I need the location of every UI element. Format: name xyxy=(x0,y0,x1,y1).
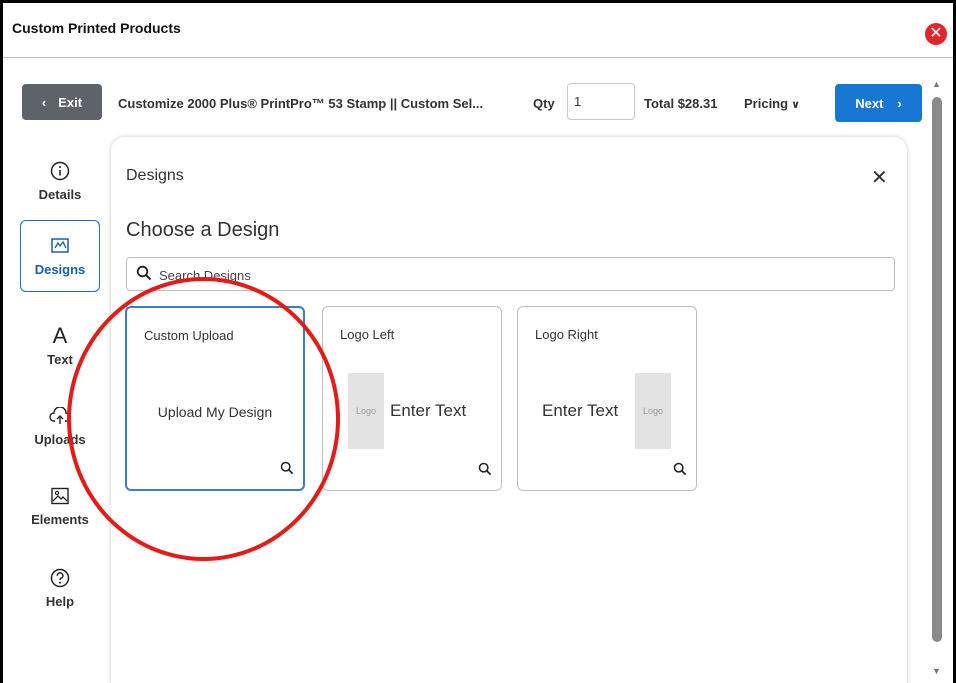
sidebar-item-label: Elements xyxy=(31,512,89,527)
sidebar-item-help[interactable]: Help xyxy=(20,552,100,624)
scroll-up-arrow-icon[interactable]: ▲ xyxy=(932,79,941,89)
toolbar: ‹ Exit Customize 2000 Plus® PrintPro™ 53… xyxy=(3,58,928,138)
upload-my-design-text: Upload My Design xyxy=(157,404,273,420)
search-field[interactable] xyxy=(126,257,895,291)
sidebar-item-designs[interactable]: Designs xyxy=(20,220,100,292)
card-title: Custom Upload xyxy=(144,328,234,343)
sidebar-item-label: Text xyxy=(47,352,73,367)
panel-heading: Choose a Design xyxy=(126,219,280,241)
design-card-custom-upload[interactable]: Custom Upload Upload My Design xyxy=(125,306,305,491)
search-icon xyxy=(136,265,152,286)
exit-button[interactable]: ‹ Exit xyxy=(22,84,102,120)
designs-panel: Designs ✕ Choose a Design Custom Upload … xyxy=(111,137,907,683)
zoom-icon[interactable] xyxy=(478,462,492,481)
window-title: Custom Printed Products xyxy=(12,20,181,36)
pricing-label: Pricing xyxy=(744,96,789,111)
close-icon[interactable]: ✕ xyxy=(925,23,947,45)
pricing-dropdown[interactable]: Pricing ∨ xyxy=(744,96,800,111)
qty-input[interactable] xyxy=(567,83,635,120)
scroll-down-arrow-icon[interactable]: ▼ xyxy=(932,666,941,676)
zoom-icon[interactable] xyxy=(673,462,687,481)
card-title: Logo Right xyxy=(535,327,598,342)
close-icon[interactable]: ✕ xyxy=(871,168,888,188)
sidebar-item-label: Help xyxy=(45,594,75,609)
logo-placeholder: Logo xyxy=(635,373,671,449)
info-icon xyxy=(50,160,70,182)
next-label: Next xyxy=(855,95,884,111)
chevron-right-icon: › xyxy=(897,95,902,111)
zoom-icon[interactable] xyxy=(280,461,294,480)
panel-title: Designs xyxy=(126,167,184,184)
product-title: Customize 2000 Plus® PrintPro™ 53 Stamp … xyxy=(118,96,484,111)
sidebar-item-elements[interactable]: Elements xyxy=(20,470,100,542)
next-button[interactable]: Next › xyxy=(835,84,922,122)
total-price: Total $28.31 xyxy=(644,96,718,111)
window-titlebar: Custom Printed Products ✕ xyxy=(3,3,953,58)
enter-text-preview: Enter Text xyxy=(390,401,467,420)
text-icon: A xyxy=(52,323,68,348)
image-icon xyxy=(50,485,70,507)
sidebar-item-text[interactable]: A Text xyxy=(20,310,100,382)
sidebar-item-label: Details xyxy=(38,187,82,202)
design-card-logo-right[interactable]: Logo Right Enter Text Logo xyxy=(517,306,697,491)
sidebar-item-label: Designs xyxy=(34,262,86,277)
sidebar: Details Designs A Text Uploads Elements … xyxy=(3,140,103,683)
scrollbar[interactable]: ▲ ▼ xyxy=(928,76,950,683)
designs-icon xyxy=(50,235,70,257)
scroll-thumb[interactable] xyxy=(932,97,942,642)
exit-label: Exit xyxy=(58,94,83,110)
design-card-logo-left[interactable]: Logo Left Logo Enter Text xyxy=(322,306,502,491)
sidebar-item-uploads[interactable]: Uploads xyxy=(20,390,100,462)
sidebar-item-details[interactable]: Details xyxy=(20,145,100,217)
logo-placeholder: Logo xyxy=(348,373,384,449)
sidebar-item-label: Uploads xyxy=(34,432,86,447)
chevron-left-icon: ‹ xyxy=(41,94,47,110)
logo-placeholder-text: Logo xyxy=(355,406,377,416)
upload-icon xyxy=(49,405,71,427)
enter-text-preview: Enter Text xyxy=(542,401,619,420)
card-title: Logo Left xyxy=(340,327,395,342)
help-icon xyxy=(50,567,70,589)
search-input[interactable] xyxy=(159,264,859,286)
chevron-down-icon: ∨ xyxy=(791,99,801,111)
logo-placeholder-text: Logo xyxy=(642,406,664,416)
qty-label: Qty xyxy=(533,96,555,111)
